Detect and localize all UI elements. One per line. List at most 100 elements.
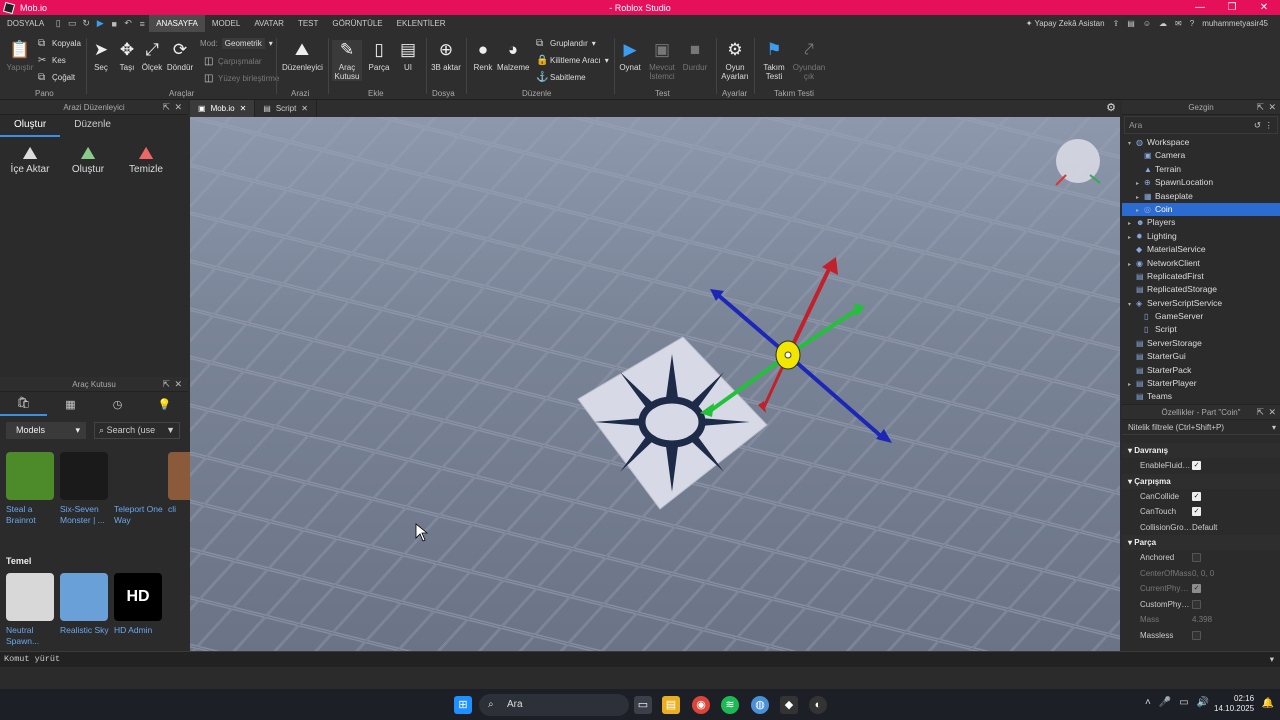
gear-icon[interactable]: ⚙ bbox=[1106, 101, 1116, 114]
checkbox[interactable] bbox=[1192, 599, 1201, 609]
ui-button[interactable]: ▤ UI bbox=[396, 40, 420, 72]
paste-button[interactable]: 📋 Yapıştır bbox=[6, 40, 34, 72]
marketplace-icon[interactable]: 🛍 bbox=[0, 392, 47, 416]
copy-button[interactable]: ⧉ Kopyala bbox=[38, 38, 81, 49]
explorer-item[interactable]: ▯ Script bbox=[1122, 323, 1280, 336]
chevron-down-icon[interactable]: ▾ bbox=[1270, 652, 1274, 667]
property-value[interactable] bbox=[1192, 550, 1280, 566]
explorer-item[interactable]: ▸ ✹ Lighting bbox=[1122, 230, 1280, 243]
notifications-icon[interactable]: ✉ bbox=[1175, 19, 1182, 28]
checkbox[interactable]: ✓ bbox=[1192, 507, 1201, 517]
history-icon[interactable]: ↺ bbox=[1254, 117, 1261, 133]
property-value[interactable] bbox=[1192, 628, 1280, 644]
microphone-icon[interactable]: 🎤 bbox=[1159, 697, 1171, 708]
play-icon[interactable]: ▶ bbox=[93, 18, 107, 29]
move-tool-button[interactable]: ✥ Taşı bbox=[115, 40, 139, 72]
explorer-item[interactable]: ▾ ◈ ServerScriptService bbox=[1122, 297, 1280, 310]
property-section[interactable]: ▾ Parça bbox=[1122, 535, 1280, 550]
notification-bell-icon[interactable]: 🔔 bbox=[1262, 698, 1274, 709]
doc-tab-script[interactable]: ▤ Script ✕ bbox=[255, 100, 317, 117]
explorer-item[interactable]: ▤ Teams bbox=[1122, 390, 1280, 403]
explorer-item[interactable]: ▸ ⊕ SpawnLocation bbox=[1122, 176, 1280, 189]
checkbox[interactable]: ✓ bbox=[1192, 491, 1201, 501]
tab-duzenle[interactable]: Düzenle bbox=[60, 115, 125, 137]
group-objects-button[interactable]: ⧉ Gruplandır ▾ bbox=[536, 38, 596, 49]
volume-icon[interactable]: 🔊 bbox=[1197, 697, 1209, 708]
more-icon[interactable]: ⋮ bbox=[1265, 117, 1274, 133]
creations-icon[interactable]: 💡 bbox=[141, 398, 188, 411]
toolbox-button[interactable]: ✎ Araç Kutusu bbox=[332, 40, 362, 81]
taskbar-search-input[interactable]: ⌕ Ara bbox=[479, 694, 629, 716]
browser-icon[interactable]: ◍ bbox=[751, 696, 769, 714]
tab-anasayfa[interactable]: ANASAYFA bbox=[149, 15, 205, 32]
cloud-icon[interactable]: ☁ bbox=[1159, 19, 1167, 28]
explorer-item[interactable]: ▤ ServerStorage bbox=[1122, 337, 1280, 350]
team-icon[interactable]: ☺ bbox=[1143, 19, 1151, 28]
close-icon[interactable]: ✕ bbox=[301, 104, 308, 113]
property-value[interactable]: 4.398 bbox=[1192, 612, 1280, 628]
close-icon[interactable]: ✕ bbox=[240, 104, 247, 113]
collisions-toggle[interactable]: ◫ Çarpışmalar bbox=[204, 56, 262, 67]
stop-button[interactable]: ■ Durdur bbox=[680, 40, 710, 72]
property-value[interactable]: ✓ bbox=[1192, 458, 1280, 474]
explorer-item[interactable]: ▣ Camera bbox=[1122, 149, 1280, 162]
doc-tab-place[interactable]: ▣ Mob.io ✕ bbox=[190, 100, 256, 117]
explorer-item[interactable]: ▸ ▦ Baseplate bbox=[1122, 190, 1280, 203]
file-menu[interactable]: DOSYALA bbox=[0, 15, 51, 32]
popout-icon[interactable]: ⇱ bbox=[162, 100, 170, 115]
checkbox[interactable]: ✓ bbox=[1192, 461, 1201, 471]
popout-icon[interactable]: ⇱ bbox=[162, 377, 170, 392]
explorer-item[interactable]: ▾ ◍ Workspace bbox=[1122, 136, 1280, 149]
tab-model[interactable]: MODEL bbox=[205, 15, 247, 32]
recent-icon[interactable]: ◷ bbox=[94, 398, 141, 411]
game-settings-button[interactable]: ⚙ Oyun Ayarları bbox=[720, 40, 750, 81]
select-tool-button[interactable]: ➤ Seç bbox=[90, 40, 112, 72]
duplicate-button[interactable]: ⧉ Çoğalt bbox=[38, 72, 75, 83]
tab-avatar[interactable]: AVATAR bbox=[247, 15, 291, 32]
close-icon[interactable]: ✕ bbox=[1268, 405, 1276, 420]
undo-icon[interactable]: ↶ bbox=[121, 18, 135, 29]
property-value[interactable]: 0, 0, 0 bbox=[1192, 566, 1280, 582]
toolbox-asset-card[interactable]: Teleport One Way bbox=[114, 452, 164, 526]
spotify-icon[interactable]: ≋ bbox=[721, 696, 739, 714]
toolbox-asset-card[interactable]: Six-Seven Monster | ... bbox=[60, 452, 110, 526]
explorer-item[interactable]: ▸ ◉ NetworkClient bbox=[1122, 257, 1280, 270]
chat-icon[interactable]: ▤ bbox=[1127, 19, 1135, 28]
color-button[interactable]: ● Renk bbox=[470, 40, 496, 72]
import-terrain-button[interactable]: ⛰ İçe Aktar bbox=[8, 142, 52, 175]
explorer-item[interactable]: ▤ ReplicatedStorage bbox=[1122, 283, 1280, 296]
property-value[interactable] bbox=[1192, 597, 1280, 613]
refresh-icon[interactable]: ↻ bbox=[79, 18, 93, 29]
toolbox-search-input[interactable]: ⌕ Search (use ▼ bbox=[94, 422, 180, 439]
toolbox-asset-card[interactable]: HD HD Admin bbox=[114, 573, 164, 636]
help-icon[interactable]: ? bbox=[1190, 19, 1194, 28]
explorer-item[interactable]: ▤ StarterPack bbox=[1122, 364, 1280, 377]
explorer-item[interactable]: ▤ ReplicatedFirst bbox=[1122, 270, 1280, 283]
toolbox-asset-card[interactable]: Steal a Brainrot bbox=[6, 452, 56, 526]
cut-button[interactable]: ✂ Kes bbox=[38, 55, 66, 66]
lock-tool-button[interactable]: 🔒 Kilitleme Aracı ▾ bbox=[536, 55, 609, 66]
play-button[interactable]: ▶ Oynat bbox=[617, 40, 643, 72]
property-value[interactable]: ✓ bbox=[1192, 581, 1280, 597]
checkbox[interactable]: ✓ bbox=[1192, 584, 1201, 594]
tab-olustur[interactable]: Oluştur bbox=[0, 115, 61, 137]
more-icon[interactable]: ≡ bbox=[135, 19, 149, 29]
part-button[interactable]: ▯ Parça bbox=[366, 40, 392, 72]
file-explorer-icon[interactable]: ▤ bbox=[662, 696, 680, 714]
property-value[interactable]: Default bbox=[1192, 520, 1280, 536]
clock[interactable]: 02:16 14.10.2025 bbox=[1214, 694, 1254, 714]
property-section[interactable]: ▾ Çarpışma bbox=[1122, 473, 1280, 489]
explorer-item[interactable]: ▸ ▤ StarterPlayer bbox=[1122, 377, 1280, 390]
inventory-icon[interactable]: ▦ bbox=[47, 398, 94, 411]
assistant-button[interactable]: ✦ Yapay Zekâ Asistan bbox=[1026, 19, 1105, 28]
property-section[interactable]: ▾ Davranış bbox=[1122, 443, 1280, 458]
current-client-button[interactable]: ▣ Mevcut İstemci bbox=[646, 40, 678, 81]
material-button[interactable]: ◕ Malzeme bbox=[497, 40, 529, 72]
terrain-editor-button[interactable]: ⛰ Düzenleyici bbox=[282, 40, 323, 72]
team-test-button[interactable]: ⚑ Takım Testi bbox=[759, 40, 789, 81]
explorer-item[interactable]: ▤ StarterGui bbox=[1122, 350, 1280, 363]
generate-terrain-button[interactable]: ⛰ Oluştur bbox=[66, 142, 110, 175]
maximize-icon[interactable]: ❐ bbox=[1216, 0, 1248, 15]
category-dropdown[interactable]: Models ▾ bbox=[6, 422, 86, 439]
view-cube[interactable] bbox=[1055, 139, 1101, 186]
